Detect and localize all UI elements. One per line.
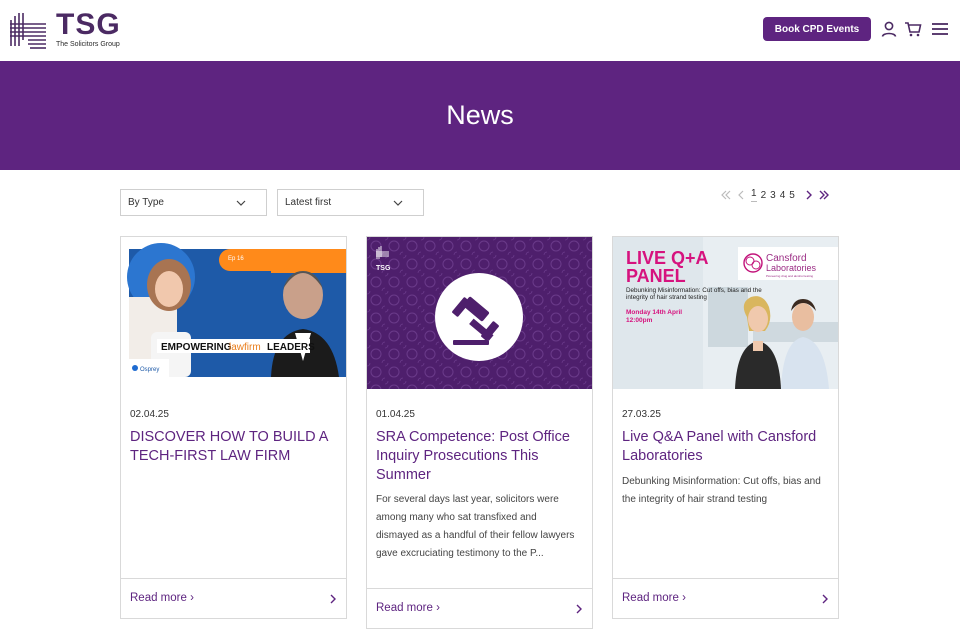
podcast-thumbnail: Ep 16 EMPOWERING lawfirm LEADERS Osprey xyxy=(121,237,346,389)
page-title: News xyxy=(446,100,514,130)
page-banner: News xyxy=(0,61,960,170)
cansford-brand-2: Laboratories xyxy=(766,263,817,273)
news-card[interactable]: TSG 01.04.25 SRA Competence: Post Office… xyxy=(366,236,593,629)
chevron-down-icon xyxy=(393,200,403,206)
page-link-1[interactable]: 1 xyxy=(751,188,757,202)
card-date: 02.04.25 xyxy=(130,409,169,420)
chevron-right-icon xyxy=(330,594,336,604)
read-more-link[interactable]: Read more › xyxy=(130,592,194,604)
card-title[interactable]: DISCOVER HOW TO BUILD A TECH-FIRST LAW F… xyxy=(130,428,340,466)
prev-page-icon[interactable] xyxy=(735,189,747,201)
cansford-tag: Pioneering drug and alcohol testing xyxy=(766,274,813,278)
card-excerpt: For several days last year, solicitors w… xyxy=(376,494,575,559)
book-cpd-events-button[interactable]: Book CPD Events xyxy=(763,17,871,41)
episode-tag: Ep 16 xyxy=(228,256,244,262)
card-footer[interactable]: Read more › xyxy=(367,588,592,629)
tsg-mini-logo: TSG xyxy=(376,265,391,272)
event-date: Monday 14th April xyxy=(626,309,682,316)
card-image[interactable]: Ep 16 EMPOWERING lawfirm LEADERS Osprey xyxy=(121,237,346,389)
card-title[interactable]: Live Q&A Panel with Cansford Laboratorie… xyxy=(622,428,832,466)
first-page-icon[interactable] xyxy=(720,189,732,201)
sort-select[interactable]: Latest first xyxy=(277,189,424,216)
gavel-thumbnail: TSG xyxy=(367,237,592,389)
chevron-right-icon xyxy=(822,594,828,604)
next-page-icon[interactable] xyxy=(803,189,815,201)
read-more-link[interactable]: Read more › xyxy=(376,602,440,614)
logo-subtitle: The Solicitors Group xyxy=(56,41,120,48)
read-more-link[interactable]: Read more › xyxy=(622,592,686,604)
cart-icon[interactable] xyxy=(904,20,922,38)
user-icon[interactable] xyxy=(880,20,898,38)
news-card[interactable]: LIVE Q+A PANEL Cansford Laboratories Pio… xyxy=(612,236,839,619)
sort-value: Latest first xyxy=(285,197,332,208)
live-qa-thumbnail: LIVE Q+A PANEL Cansford Laboratories Pio… xyxy=(613,237,838,389)
last-page-icon[interactable] xyxy=(818,189,830,201)
card-image[interactable]: TSG xyxy=(367,237,592,389)
card-date: 01.04.25 xyxy=(376,409,415,420)
event-time: 12:00pm xyxy=(626,317,653,324)
type-filter-select[interactable]: By Type xyxy=(120,189,267,216)
card-excerpt: Debunking Misinformation: Cut offs, bias… xyxy=(622,476,821,505)
headline-a: EMPOWERING xyxy=(161,342,232,353)
card-title[interactable]: SRA Competence: Post Office Inquiry Pros… xyxy=(376,428,586,485)
headline-1: LIVE Q+A xyxy=(626,248,709,268)
headline-2: PANEL xyxy=(626,266,686,286)
site-header: TSG The Solicitors Group Book CPD Events xyxy=(0,0,960,61)
card-footer[interactable]: Read more › xyxy=(121,578,346,619)
page-link-4[interactable]: 4 xyxy=(780,190,786,201)
page-link-3[interactable]: 3 xyxy=(770,190,776,201)
pagination: 1 2 3 4 5 xyxy=(720,186,830,204)
osprey-brand: Osprey xyxy=(140,367,159,373)
card-image[interactable]: LIVE Q+A PANEL Cansford Laboratories Pio… xyxy=(613,237,838,389)
headline-b: lawfirm xyxy=(229,342,261,353)
card-footer[interactable]: Read more › xyxy=(613,578,838,619)
type-filter-value: By Type xyxy=(128,197,164,208)
menu-icon[interactable] xyxy=(931,20,949,38)
news-card[interactable]: Ep 16 EMPOWERING lawfirm LEADERS Osprey … xyxy=(120,236,347,619)
page-link-2[interactable]: 2 xyxy=(761,190,767,201)
chevron-down-icon xyxy=(236,200,246,206)
card-date: 27.03.25 xyxy=(622,409,661,420)
headline-c: LEADERS xyxy=(267,342,315,353)
tsg-logo[interactable]: TSG The Solicitors Group xyxy=(8,10,121,50)
chevron-right-icon xyxy=(576,604,582,614)
logo-mark-icon xyxy=(10,13,46,49)
logo-title: TSG xyxy=(56,8,121,41)
page-link-5[interactable]: 5 xyxy=(789,190,795,201)
